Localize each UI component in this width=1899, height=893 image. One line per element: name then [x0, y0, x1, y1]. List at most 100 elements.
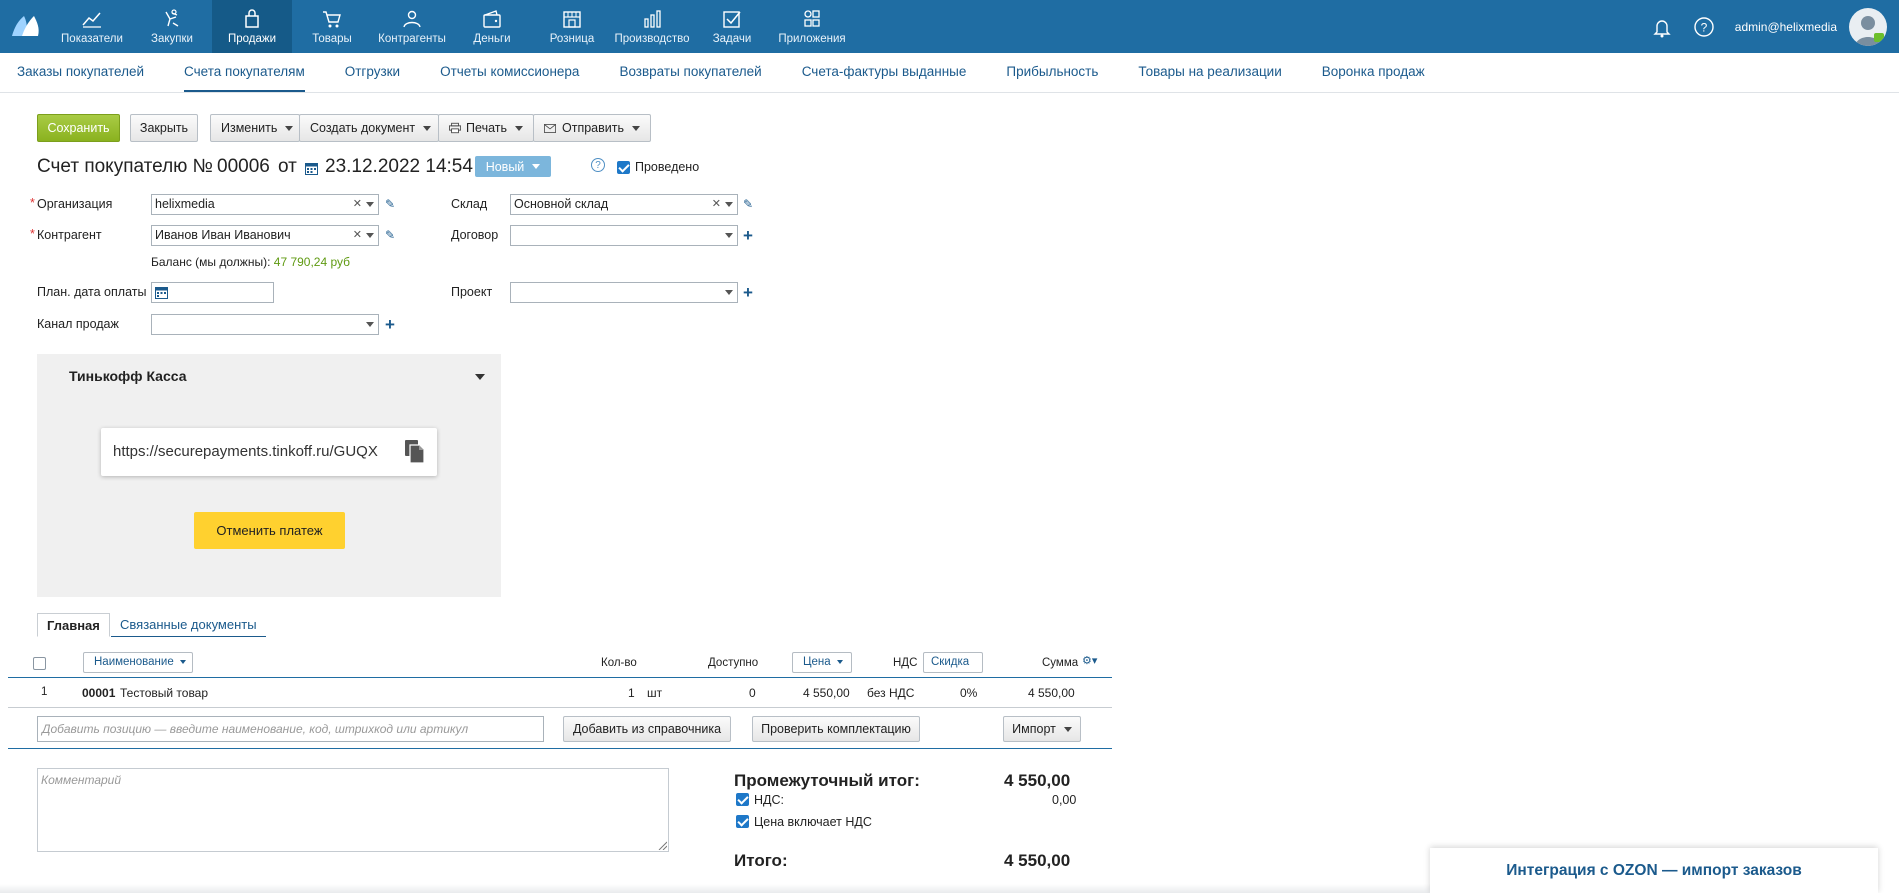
edit-button[interactable]: Изменить	[210, 114, 300, 142]
posted-label: Проведено	[635, 160, 700, 174]
create-document-button[interactable]: Создать документ	[299, 114, 439, 142]
select-all-checkbox[interactable]	[33, 657, 46, 670]
chevron-down-icon[interactable]	[725, 202, 733, 207]
add-from-catalog-label: Добавить из справочника	[572, 722, 722, 736]
add-project-plus-icon[interactable]: +	[743, 284, 753, 301]
collapse-caret-icon[interactable]	[475, 374, 485, 380]
document-title: Счет покупателю №	[37, 156, 214, 177]
nav-label: Розница	[549, 33, 595, 45]
chevron-down-icon[interactable]	[366, 322, 374, 327]
balance-value: 47 790,24 руб	[273, 255, 351, 269]
row-qty[interactable]: 1	[628, 686, 635, 700]
column-name-label: Наименование	[94, 656, 174, 668]
row-available: 0	[749, 686, 756, 700]
add-from-catalog-button[interactable]: Добавить из справочника	[563, 716, 731, 742]
column-price-sort[interactable]: Цена	[792, 652, 852, 673]
contract-label: Договор	[451, 228, 499, 242]
nav-goods[interactable]: Товары	[292, 0, 372, 53]
nav-sales[interactable]: Продажи	[212, 0, 292, 53]
subnav-customer-orders[interactable]: Заказы покупателей	[17, 53, 144, 92]
avatar[interactable]	[1849, 7, 1887, 46]
column-name-sort[interactable]: Наименование	[83, 652, 193, 673]
row-divider	[8, 707, 1112, 708]
nav-retail[interactable]: Розница	[532, 0, 612, 53]
chevron-down-icon[interactable]	[725, 233, 733, 238]
counterparty-label: Контрагент	[30, 227, 102, 242]
posted-checkbox[interactable]	[617, 161, 630, 174]
chevron-down-icon[interactable]	[725, 290, 733, 295]
sales-channel-select[interactable]	[151, 314, 379, 335]
contract-select[interactable]	[510, 225, 738, 246]
row-name[interactable]: Тестовый товар	[120, 686, 208, 700]
subnav-issued-invoices[interactable]: Счета-фактуры выданные	[802, 53, 967, 92]
row-vat[interactable]: без НДС	[867, 686, 914, 700]
save-button[interactable]: Сохранить	[37, 114, 120, 142]
clear-icon[interactable]: ✕	[712, 195, 721, 214]
row-price[interactable]: 4 550,00	[803, 686, 850, 700]
nav-label: Товары	[312, 33, 352, 45]
subnav-customer-invoices[interactable]: Счета покупателям	[184, 53, 305, 92]
tab-main[interactable]: Главная	[37, 613, 110, 637]
nav-counterparties[interactable]: Контрагенты	[372, 0, 452, 53]
vat-checkbox[interactable]	[736, 793, 749, 806]
user-email[interactable]: admin@helixmedia	[1735, 20, 1837, 34]
document-number[interactable]: 00006	[217, 156, 270, 178]
calendar-icon[interactable]	[305, 162, 318, 175]
chevron-down-icon[interactable]	[366, 202, 374, 207]
cancel-payment-label: Отменить платеж	[216, 523, 323, 538]
subnav-commission-reports[interactable]: Отчеты комиссионера	[440, 53, 579, 92]
add-channel-plus-icon[interactable]: +	[385, 316, 395, 333]
calendar-icon[interactable]	[155, 286, 168, 299]
help-icon[interactable]: ?	[1693, 16, 1715, 38]
status-dropdown[interactable]: Новый	[475, 156, 551, 177]
vat-label: НДС:	[754, 793, 784, 807]
tab-related-documents[interactable]: Связанные документы	[111, 613, 266, 637]
edit-pencil-icon[interactable]: ✎	[385, 228, 395, 242]
bell-icon[interactable]	[1651, 16, 1673, 38]
edit-pencil-icon[interactable]: ✎	[385, 197, 395, 211]
resize-handle-icon[interactable]	[657, 840, 667, 850]
ozon-integration-banner[interactable]: Интеграция с OZON — импорт заказов	[1430, 848, 1878, 893]
price-includes-vat-checkbox[interactable]	[736, 815, 749, 828]
edit-pencil-icon[interactable]: ✎	[743, 197, 753, 211]
column-settings-gear-icon[interactable]: ⚙▾	[1082, 654, 1097, 667]
add-position-input[interactable]: Добавить позицию — введите наименование,…	[37, 716, 544, 742]
counterparty-select[interactable]: Иванов Иван Иванович ✕	[151, 225, 379, 246]
cancel-payment-button[interactable]: Отменить платеж	[194, 512, 345, 549]
subnav-shipments[interactable]: Отгрузки	[345, 53, 400, 92]
nav-tasks[interactable]: Задачи	[692, 0, 772, 53]
project-select[interactable]	[510, 282, 738, 303]
nav-purchases[interactable]: Закупки	[132, 0, 212, 53]
nav-production[interactable]: Производство	[612, 0, 692, 53]
check-kit-button[interactable]: Проверить комплектацию	[752, 716, 920, 742]
comment-textarea[interactable]: Комментарий	[37, 768, 669, 852]
nav-apps[interactable]: Приложения	[772, 0, 852, 53]
warehouse-select[interactable]: Основной склад ✕	[510, 194, 738, 215]
tasks-icon	[721, 9, 743, 29]
clear-icon[interactable]: ✕	[353, 226, 362, 245]
row-discount[interactable]: 0%	[960, 686, 977, 700]
help-icon[interactable]: ?	[591, 158, 605, 172]
nav-money[interactable]: Деньги	[452, 0, 532, 53]
subnav-sales-funnel[interactable]: Воронка продаж	[1322, 53, 1425, 92]
print-button[interactable]: Печать	[438, 114, 534, 142]
nav-indicators[interactable]: Показатели	[52, 0, 132, 53]
organization-select[interactable]: helixmedia ✕	[151, 194, 379, 215]
send-button[interactable]: Отправить	[533, 114, 651, 142]
import-button[interactable]: Импорт	[1003, 716, 1081, 742]
payment-link[interactable]: https://securepayments.tinkoff.ru/GUQX	[113, 443, 397, 460]
clear-icon[interactable]: ✕	[353, 195, 362, 214]
column-discount-button[interactable]: Скидка	[923, 652, 983, 673]
subnav-customer-returns[interactable]: Возвраты покупателей	[619, 53, 761, 92]
subnav-profitability[interactable]: Прибыльность	[1006, 53, 1098, 92]
payment-link-box[interactable]: https://securepayments.tinkoff.ru/GUQX	[101, 428, 437, 476]
close-button[interactable]: Закрыть	[130, 114, 198, 142]
pay-date-input[interactable]	[151, 282, 274, 303]
document-date[interactable]: 23.12.2022 14:54	[325, 156, 473, 178]
chevron-down-icon[interactable]	[366, 233, 374, 238]
copy-icon[interactable]	[405, 440, 425, 464]
print-button-label: Печать	[466, 121, 507, 135]
subnav-consignment-goods[interactable]: Товары на реализации	[1138, 53, 1281, 92]
add-contract-plus-icon[interactable]: +	[743, 227, 753, 244]
moysklad-logo-icon[interactable]	[10, 12, 42, 40]
